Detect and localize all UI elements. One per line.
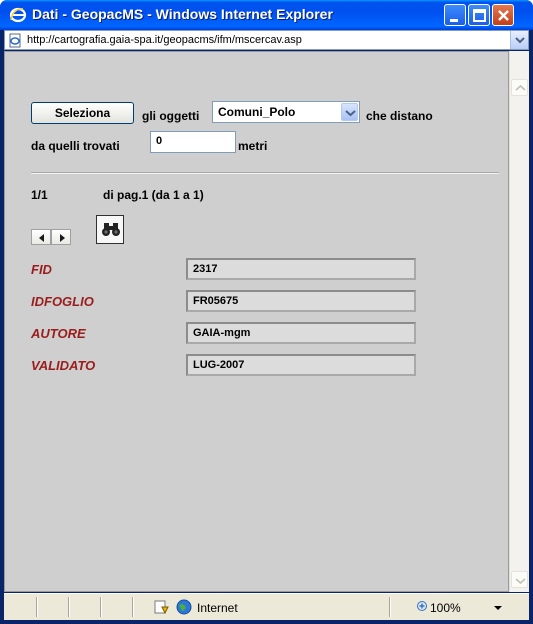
zoom-level[interactable]: 100% (430, 601, 461, 615)
status-bar: Internet 100% (4, 593, 529, 620)
arrow-left-icon (32, 233, 52, 250)
field-label-idfoglio: IDFOGLIO (31, 294, 94, 309)
page-info: di pag.1 (da 1 a 1) (103, 188, 204, 202)
arrow-right-icon (52, 233, 72, 250)
from-found-label: da quelli trovati (31, 139, 120, 153)
status-separator (132, 597, 134, 617)
previous-record-button[interactable] (31, 229, 51, 245)
status-separator (36, 597, 38, 617)
scroll-up-button[interactable] (511, 79, 528, 96)
layer-select-value: Comuni_Polo (218, 105, 296, 119)
page-content: Seleziona gli oggetti Comuni_Polo che di… (4, 51, 509, 592)
address-dropdown-button[interactable] (510, 31, 528, 49)
layer-select[interactable]: Comuni_Polo (212, 101, 360, 123)
address-url[interactable]: http://cartografia.gaia-spa.it/geopacms/… (27, 34, 302, 46)
find-button[interactable] (96, 215, 124, 244)
ie-logo-icon (9, 6, 27, 24)
zoom-icon (416, 599, 428, 615)
zoom-dropdown-icon[interactable] (490, 599, 506, 615)
vertical-scrollbar[interactable] (509, 51, 529, 592)
window-title: Dati - GeopacMS - Windows Internet Explo… (32, 6, 333, 22)
shield-warning-icon[interactable] (154, 599, 170, 615)
field-label-fid: FID (31, 262, 52, 277)
field-value-fid: 2317 (186, 258, 416, 280)
scroll-down-button[interactable] (511, 571, 528, 588)
distance-input[interactable]: 0 (150, 131, 236, 153)
status-separator (389, 597, 391, 617)
result-counter: 1/1 (31, 188, 48, 202)
maximize-button[interactable] (468, 4, 490, 26)
field-value-validato: LUG-2007 (186, 354, 416, 376)
field-value-idfoglio: FR05675 (186, 290, 416, 312)
unit-label: metri (238, 139, 268, 153)
address-bar[interactable]: http://cartografia.gaia-spa.it/geopacms/… (4, 30, 529, 50)
status-separator (100, 597, 102, 617)
field-label-autore: AUTORE (31, 326, 86, 341)
field-value-autore: GAIA-mgm (186, 322, 416, 344)
binoculars-icon (97, 223, 125, 249)
browser-window: Dati - GeopacMS - Windows Internet Explo… (0, 0, 533, 624)
security-zone[interactable]: Internet (197, 601, 238, 615)
title-bar[interactable]: Dati - GeopacMS - Windows Internet Explo… (0, 0, 533, 30)
close-button[interactable] (492, 4, 514, 26)
page-icon (8, 33, 23, 48)
distance-label: che distano (366, 109, 433, 123)
divider (31, 172, 499, 174)
minimize-button[interactable] (444, 4, 466, 26)
status-separator (68, 597, 70, 617)
field-label-validato: VALIDATO (31, 358, 96, 373)
chevron-down-icon[interactable] (341, 103, 358, 121)
globe-icon (176, 599, 192, 615)
next-record-button[interactable] (51, 229, 71, 245)
seleziona-button[interactable]: Seleziona (31, 102, 134, 124)
objects-label: gli oggetti (142, 109, 200, 123)
